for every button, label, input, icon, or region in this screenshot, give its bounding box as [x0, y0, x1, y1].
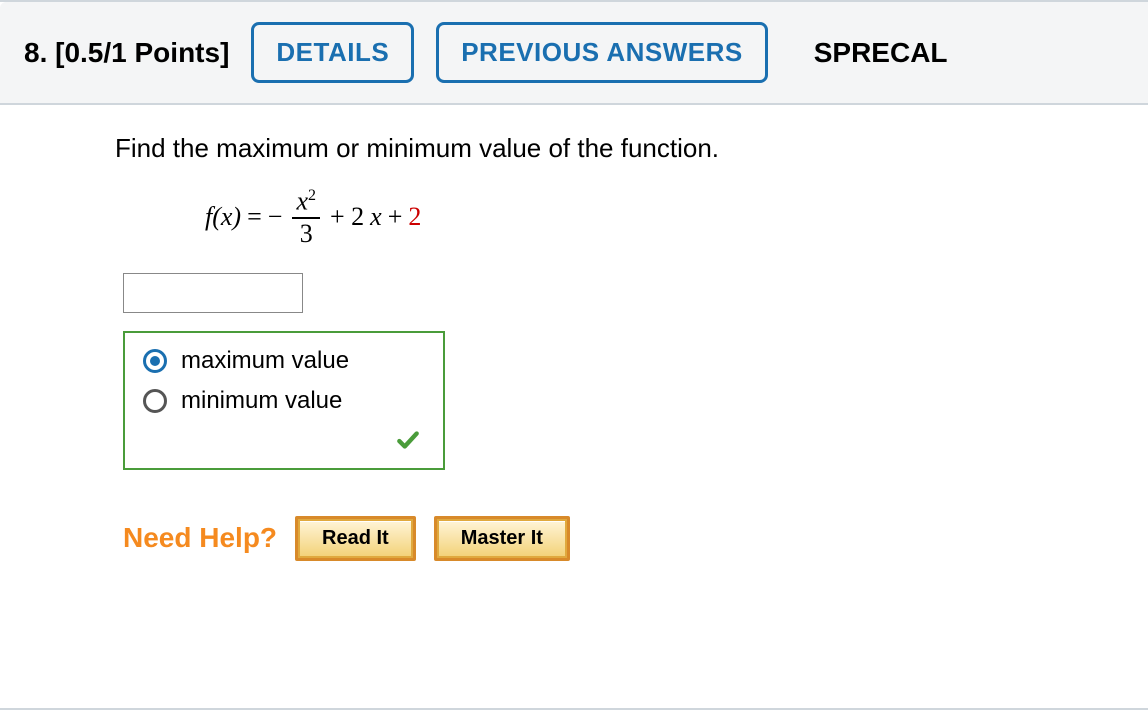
answer-value-input[interactable]	[123, 273, 303, 313]
max-min-choice-box: maximum value minimum value	[123, 331, 445, 470]
equation-equals: =	[247, 202, 262, 232]
radio-minimum[interactable]: minimum value	[143, 387, 427, 415]
equation-frac-num: x2	[292, 188, 320, 219]
equation-negative: −	[268, 202, 283, 232]
radio-minimum-label: minimum value	[181, 387, 342, 415]
equation-plus-2x-part1: + 2	[330, 202, 364, 232]
equation-constant: 2	[408, 202, 421, 232]
read-it-button[interactable]: Read It	[298, 519, 413, 558]
equation-x: x	[370, 202, 382, 232]
equation-lhs: f(x)	[205, 202, 241, 232]
question-points-label: 8. [0.5/1 Points]	[24, 37, 229, 69]
answer-correct-indicator	[143, 427, 427, 460]
radio-minimum-indicator	[143, 389, 167, 413]
master-it-wrap: Master It	[434, 516, 570, 561]
radio-maximum-label: maximum value	[181, 347, 349, 375]
read-it-wrap: Read It	[295, 516, 416, 561]
check-icon	[395, 428, 421, 459]
question-header: 8. [0.5/1 Points] DETAILS PREVIOUS ANSWE…	[0, 2, 1148, 105]
equation-frac-den: 3	[300, 219, 313, 247]
question-prompt: Find the maximum or minimum value of the…	[115, 133, 1148, 164]
question-body: Find the maximum or minimum value of the…	[0, 105, 1148, 601]
need-help-label: Need Help?	[123, 522, 277, 554]
help-row: Need Help? Read It Master It	[123, 516, 1148, 561]
details-button[interactable]: DETAILS	[251, 22, 414, 83]
previous-answers-button[interactable]: PREVIOUS ANSWERS	[436, 22, 768, 83]
function-equation: f(x) = − x2 3 + 2x + 2	[205, 188, 1148, 247]
master-it-button[interactable]: Master It	[437, 519, 567, 558]
textbook-reference: SPRECAL	[814, 37, 948, 69]
radio-maximum-indicator	[143, 349, 167, 373]
equation-plus2: +	[388, 202, 403, 232]
radio-maximum[interactable]: maximum value	[143, 347, 427, 375]
equation-fraction: x2 3	[292, 188, 320, 247]
question-container: 8. [0.5/1 Points] DETAILS PREVIOUS ANSWE…	[0, 0, 1148, 710]
